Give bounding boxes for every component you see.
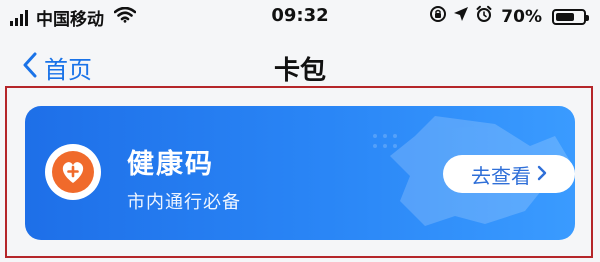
battery-icon (552, 8, 589, 25)
location-arrow-icon (453, 6, 469, 27)
nav-bar: 首页 卡包 (0, 44, 600, 88)
health-code-card[interactable]: 健康码 市内通行必备 去查看 (25, 106, 575, 240)
card-title: 健康码 (127, 149, 214, 180)
health-heart-plus-icon (45, 144, 101, 200)
battery-percent: 70% (501, 6, 542, 27)
status-bar: 中国移动 09:32 70% (0, 0, 600, 34)
chevron-right-icon (537, 162, 547, 186)
view-button[interactable]: 去查看 (443, 155, 575, 193)
alarm-icon (475, 5, 493, 28)
view-button-label: 去查看 (471, 163, 531, 188)
lock-rotation-icon (429, 5, 447, 28)
status-right-group: 70% (429, 5, 589, 28)
page-title: 卡包 (273, 56, 326, 86)
card-subtitle: 市内通行必备 (127, 192, 241, 213)
